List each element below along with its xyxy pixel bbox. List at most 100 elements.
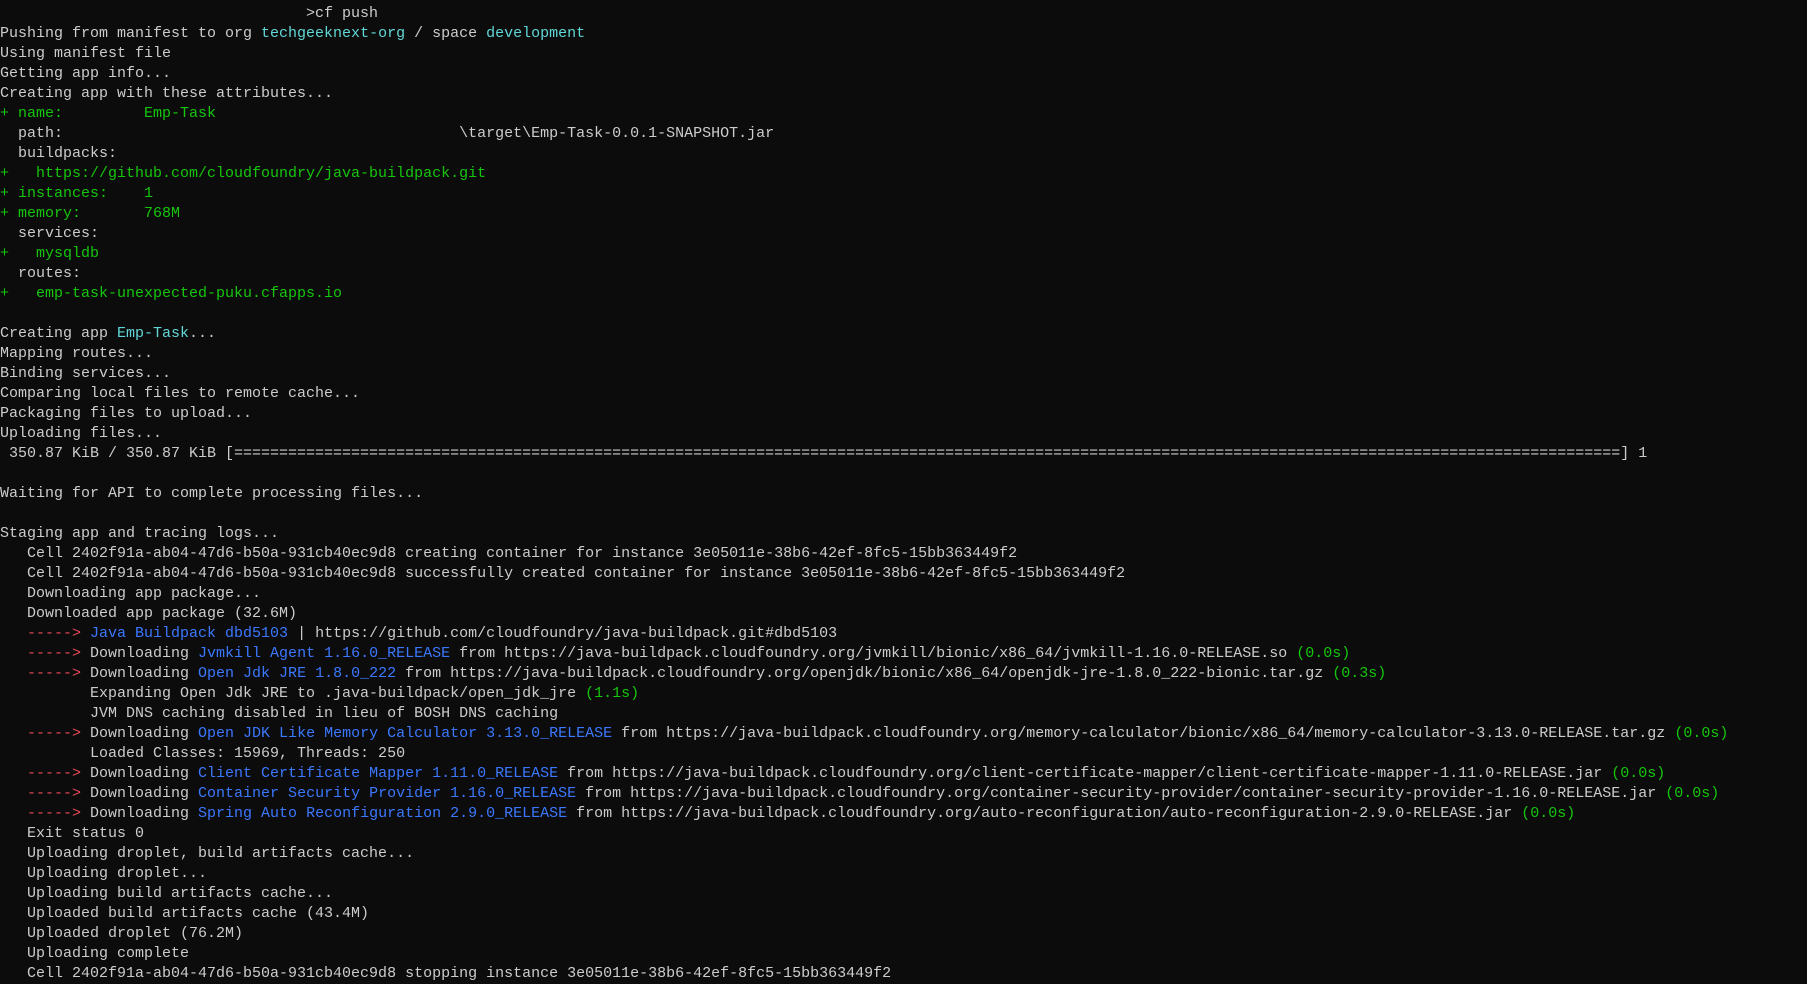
terminal-line: + memory: 768M: [0, 204, 1807, 224]
terminal-text-segment: ----->: [0, 805, 91, 822]
terminal-line: Getting app info...: [0, 64, 1807, 84]
terminal-text-segment: buildpacks:: [0, 145, 118, 162]
terminal-text-segment: ----->: [0, 765, 91, 782]
terminal-text-segment: ...: [189, 325, 217, 342]
terminal-text-segment: + memory: 768M: [0, 205, 181, 222]
terminal-text-segment: Uploaded droplet (76.2M): [0, 925, 244, 942]
terminal-line: Packaging files to upload...: [0, 404, 1807, 424]
terminal-text-segment: Creating app with these attributes...: [0, 85, 334, 102]
terminal-text-segment: (0.0s): [1611, 765, 1666, 782]
terminal-text-segment: Uploading droplet, build artifacts cache…: [0, 845, 415, 862]
terminal-text-segment: Loaded Classes: 15969, Threads: 250: [0, 745, 406, 762]
terminal-line: -----> Downloading Spring Auto Reconfigu…: [0, 804, 1807, 824]
terminal-line: 350.87 KiB / 350.87 KiB [===============…: [0, 444, 1807, 464]
terminal-text-segment: Cell 2402f91a-ab04-47d6-b50a-931cb40ec9d…: [0, 545, 1018, 562]
terminal-line: Downloading app package...: [0, 584, 1807, 604]
terminal-line: + name: Emp-Task: [0, 104, 1807, 124]
terminal-text-segment: Downloading: [90, 665, 199, 682]
terminal-line: Cell 2402f91a-ab04-47d6-b50a-931cb40ec9d…: [0, 964, 1807, 984]
terminal-text-segment: services:: [0, 225, 100, 242]
terminal-text-segment: 350.87 KiB / 350.87 KiB [===============…: [0, 445, 1648, 462]
terminal-text-segment: / space: [405, 25, 487, 42]
terminal-text-segment: + emp-task-unexpected-puku.cfapps.io: [0, 285, 343, 302]
terminal-text-segment: Getting app info...: [0, 65, 172, 82]
terminal-text-segment: (0.0s): [1521, 805, 1576, 822]
terminal-line: Downloaded app package (32.6M): [0, 604, 1807, 624]
terminal-text-segment: Expanding Open Jdk JRE to .java-buildpac…: [0, 685, 586, 702]
terminal-text-segment: from https://java-buildpack.cloudfoundry…: [558, 765, 1612, 782]
terminal-text-segment: ----->: [0, 725, 91, 742]
terminal-line: Expanding Open Jdk JRE to .java-buildpac…: [0, 684, 1807, 704]
terminal-text-segment: + mysqldb: [0, 245, 100, 262]
terminal-line: Uploading droplet, build artifacts cache…: [0, 844, 1807, 864]
terminal-line: + emp-task-unexpected-puku.cfapps.io: [0, 284, 1807, 304]
terminal-text-segment: (0.0s): [1674, 725, 1729, 742]
terminal-text-segment: ----->: [0, 665, 91, 682]
terminal-line: + instances: 1: [0, 184, 1807, 204]
terminal-text-segment: from https://java-buildpack.cloudfoundry…: [396, 665, 1333, 682]
terminal-text-segment: ----->: [0, 785, 91, 802]
terminal-text-segment: Uploading droplet...: [0, 865, 208, 882]
terminal-text-segment: Downloading: [90, 805, 199, 822]
terminal-text-segment: Open JDK Like Memory Calculator 3.13.0_R…: [198, 725, 613, 742]
terminal-line: Exit status 0: [0, 824, 1807, 844]
terminal-text-segment: from https://java-buildpack.cloudfoundry…: [567, 805, 1522, 822]
terminal-line: Cell 2402f91a-ab04-47d6-b50a-931cb40ec9d…: [0, 544, 1807, 564]
terminal-text-segment: Mapping routes...: [0, 345, 154, 362]
terminal-text-segment: Uploading complete: [0, 945, 190, 962]
terminal-line: Uploading complete: [0, 944, 1807, 964]
terminal-text-segment: from https://java-buildpack.cloudfoundry…: [576, 785, 1666, 802]
terminal-text-segment: Waiting for API to complete processing f…: [0, 485, 424, 502]
terminal-line: JVM DNS caching disabled in lieu of BOSH…: [0, 704, 1807, 724]
terminal-text-segment: from https://java-buildpack.cloudfoundry…: [450, 645, 1297, 662]
terminal-text-segment: Uploaded build artifacts cache (43.4M): [0, 905, 370, 922]
terminal-line: Cell 2402f91a-ab04-47d6-b50a-931cb40ec9d…: [0, 564, 1807, 584]
terminal-text-segment: techgeeknext-org: [261, 25, 406, 42]
terminal-text-segment: Packaging files to upload...: [0, 405, 253, 422]
terminal-line: + mysqldb: [0, 244, 1807, 264]
terminal-line: services:: [0, 224, 1807, 244]
terminal-text-segment: (0.0s): [1665, 785, 1720, 802]
terminal-line: Mapping routes...: [0, 344, 1807, 364]
terminal-text-segment: Cell 2402f91a-ab04-47d6-b50a-931cb40ec9d…: [0, 565, 1126, 582]
terminal-text-segment: Downloading: [90, 645, 199, 662]
terminal-text-segment: Client Certificate Mapper 1.11.0_RELEASE: [198, 765, 559, 782]
terminal-line: Uploaded droplet (76.2M): [0, 924, 1807, 944]
terminal-line: Uploading build artifacts cache...: [0, 884, 1807, 904]
terminal-line: Loaded Classes: 15969, Threads: 250: [0, 744, 1807, 764]
terminal-text-segment: Java Buildpack dbd5103: [90, 625, 289, 642]
terminal-text-segment: Staging app and tracing logs...: [0, 525, 280, 542]
terminal-line: -----> Downloading Open JDK Like Memory …: [0, 724, 1807, 744]
terminal-text-segment: + name: Emp-Task: [0, 105, 217, 122]
terminal-text-segment: Downloading: [90, 785, 199, 802]
terminal-text-segment: Uploading build artifacts cache...: [0, 885, 334, 902]
terminal-line: -----> Java Buildpack dbd5103 | https://…: [0, 624, 1807, 644]
terminal-text-segment: Exit status 0: [0, 825, 145, 842]
terminal-line: -----> Downloading Open Jdk JRE 1.8.0_22…: [0, 664, 1807, 684]
terminal-text-segment: Downloaded app package (32.6M): [0, 605, 298, 622]
terminal-text-segment: ----->: [0, 645, 91, 662]
terminal-text-segment: Jvmkill Agent 1.16.0_RELEASE: [198, 645, 451, 662]
terminal-text-segment: Creating app: [0, 325, 118, 342]
terminal-line: >cf push: [0, 4, 1807, 24]
terminal-line: Uploading droplet...: [0, 864, 1807, 884]
terminal-line: -----> Downloading Client Certificate Ma…: [0, 764, 1807, 784]
terminal-output[interactable]: >cf push Pushing from manifest to org tec…: [0, 4, 1807, 984]
terminal-text-segment: Using manifest file: [0, 45, 172, 62]
terminal-text-segment: ----->: [0, 625, 91, 642]
terminal-line: Comparing local files to remote cache...: [0, 384, 1807, 404]
terminal-text-segment: routes:: [0, 265, 82, 282]
terminal-text-segment: Downloading app package...: [0, 585, 262, 602]
terminal-text-segment: path: \target\Emp-Task-0.0.1-SNAPSHOT.ja…: [0, 125, 775, 142]
terminal-line: Binding services...: [0, 364, 1807, 384]
terminal-text-segment: Comparing local files to remote cache...: [0, 385, 361, 402]
terminal-line: Pushing from manifest to org techgeeknex…: [0, 24, 1807, 44]
terminal-line: -----> Downloading Container Security Pr…: [0, 784, 1807, 804]
terminal-text-segment: (0.3s): [1332, 665, 1387, 682]
terminal-text-segment: | https://github.com/cloudfoundry/java-b…: [288, 625, 838, 642]
terminal-line: Using manifest file: [0, 44, 1807, 64]
terminal-line: routes:: [0, 264, 1807, 284]
